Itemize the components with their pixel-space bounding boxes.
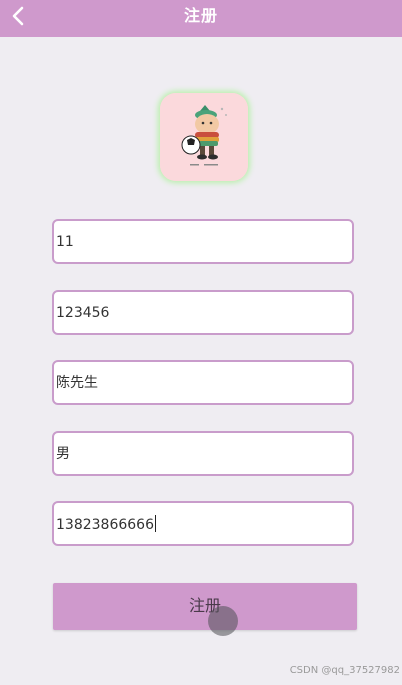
account-value: 11 xyxy=(56,234,74,250)
watermark: CSDN @qq_37527982 xyxy=(289,665,400,676)
phone-value-wrap: 13823866666 xyxy=(56,515,156,534)
password-value: 123456 xyxy=(56,305,110,321)
register-button[interactable]: 注册 xyxy=(53,583,357,630)
password-field[interactable]: 123456 xyxy=(52,290,354,335)
phone-value: 13823866666 xyxy=(56,517,154,533)
name-field[interactable]: 陈先生 xyxy=(52,360,354,405)
touch-indicator xyxy=(208,606,238,636)
gender-field[interactable]: 男 xyxy=(52,431,354,476)
cartoon-avatar-image xyxy=(160,93,248,181)
page-title: 注册 xyxy=(183,6,218,25)
register-button-label: 注册 xyxy=(188,596,221,615)
text-caret xyxy=(154,515,156,532)
title-bar: 注册 xyxy=(0,0,402,37)
gender-value: 男 xyxy=(56,446,70,462)
name-value: 陈先生 xyxy=(56,375,98,391)
account-field[interactable]: 11 xyxy=(52,219,354,264)
phone-field[interactable]: 13823866666 xyxy=(52,501,354,546)
avatar[interactable] xyxy=(160,93,248,181)
